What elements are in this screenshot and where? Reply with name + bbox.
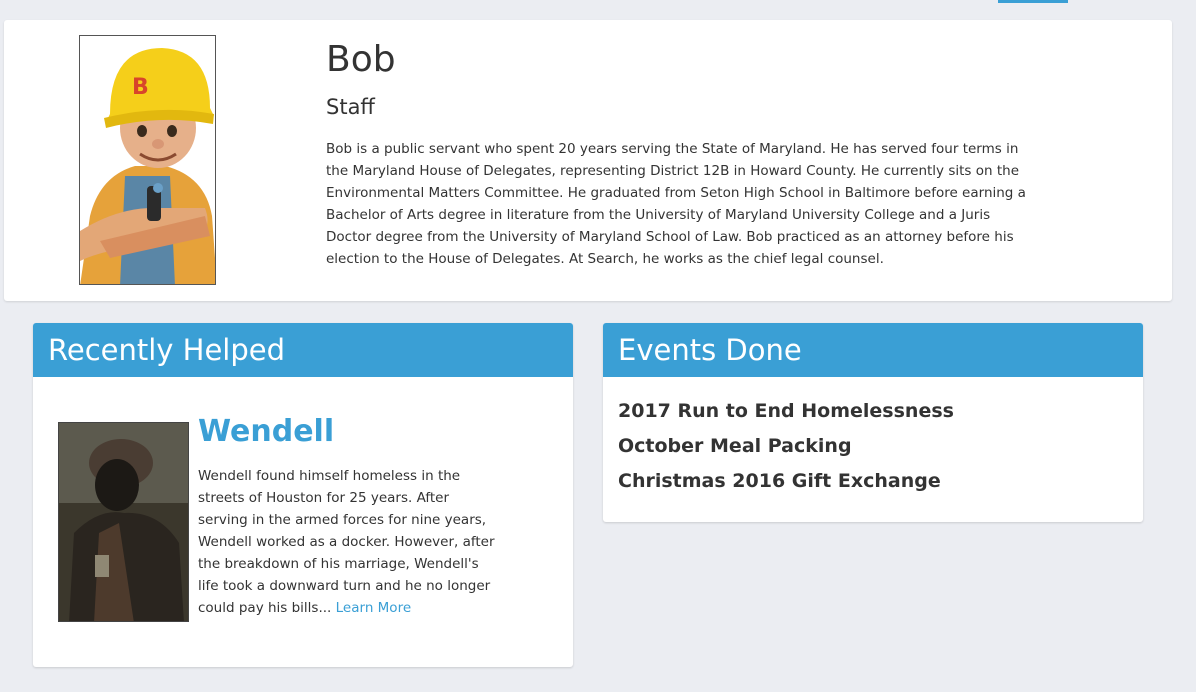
events-done-header: Events Done bbox=[603, 323, 1143, 377]
helped-summary-text: Wendell found himself homeless in the st… bbox=[198, 468, 495, 616]
svg-text:B: B bbox=[132, 75, 149, 100]
learn-more-link[interactable]: Learn More bbox=[336, 600, 412, 616]
event-item[interactable]: 2017 Run to End Homelessness bbox=[618, 399, 954, 434]
helped-person-name[interactable]: Wendell bbox=[198, 414, 334, 449]
profile-bio: Bob is a public servant who spent 20 yea… bbox=[326, 141, 1026, 267]
wendell-photo-image bbox=[59, 423, 188, 621]
top-nav-active-indicator bbox=[998, 0, 1068, 3]
events-done-panel: Events Done 2017 Run to End Homelessness… bbox=[603, 323, 1143, 522]
profile-role: Staff bbox=[326, 95, 375, 119]
bob-builder-illustration: B bbox=[80, 36, 215, 284]
recently-helped-panel: Recently Helped Wendell Wendell found hi… bbox=[33, 323, 573, 667]
helped-person-summary: Wendell found himself homeless in the st… bbox=[198, 465, 498, 619]
profile-photo: B bbox=[79, 35, 216, 285]
recently-helped-header: Recently Helped bbox=[33, 323, 573, 377]
profile-card: B Bob Staff Bob is a public servant who … bbox=[4, 20, 1172, 301]
event-item[interactable]: October Meal Packing bbox=[618, 434, 954, 469]
event-item[interactable]: Christmas 2016 Gift Exchange bbox=[618, 469, 954, 504]
events-list: 2017 Run to End Homelessness October Mea… bbox=[618, 399, 954, 504]
helped-person-photo bbox=[58, 422, 189, 622]
profile-name: Bob bbox=[326, 39, 396, 80]
